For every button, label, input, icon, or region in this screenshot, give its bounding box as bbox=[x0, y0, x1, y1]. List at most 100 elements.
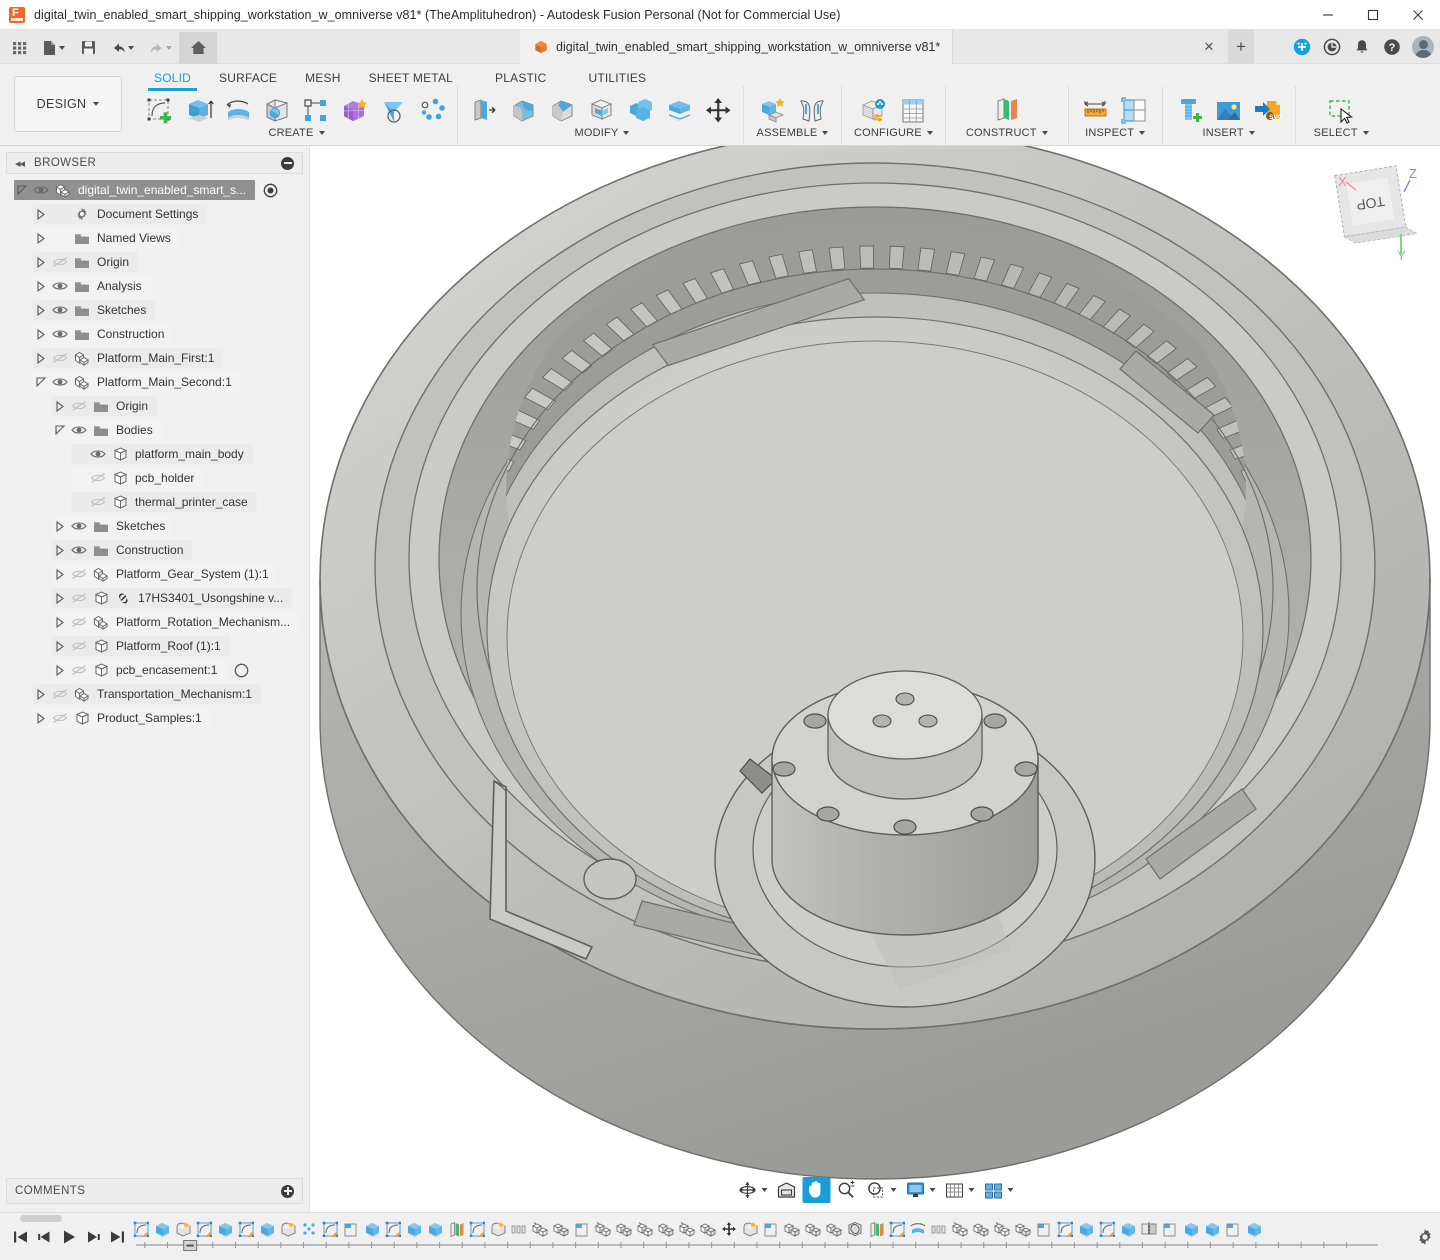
visibility-eye-icon[interactable] bbox=[30, 180, 52, 200]
tree-item-hitbox[interactable]: Construction bbox=[33, 324, 173, 344]
visibility-eye-hidden-icon[interactable] bbox=[68, 660, 90, 680]
timeline-feature-plane-icon[interactable] bbox=[1222, 1215, 1243, 1243]
timeline-feature-plane-icon[interactable] bbox=[571, 1215, 592, 1243]
timeline-feature-body-group-icon[interactable] bbox=[928, 1215, 949, 1243]
browser-tree-item[interactable]: Platform_Gear_System (1):1 bbox=[0, 562, 309, 586]
timeline-feature-move-icon[interactable] bbox=[718, 1215, 739, 1243]
joint-icon[interactable] bbox=[795, 92, 829, 126]
user-avatar[interactable] bbox=[1412, 36, 1434, 58]
maximize-button[interactable] bbox=[1350, 0, 1395, 30]
tree-item-hitbox[interactable]: Named Views bbox=[33, 228, 180, 248]
revolve-icon[interactable] bbox=[221, 92, 255, 126]
timeline-feature-group-icon[interactable] bbox=[529, 1215, 550, 1243]
browser-tree-item[interactable]: Named Views bbox=[0, 226, 309, 250]
expand-arrow-closed-icon[interactable] bbox=[33, 300, 49, 320]
visibility-eye-icon[interactable] bbox=[68, 516, 90, 536]
browser-tree-item[interactable]: pcb_encasement:1 bbox=[0, 658, 309, 682]
add-comment-icon[interactable] bbox=[281, 1185, 294, 1198]
tree-item-hitbox[interactable]: Analysis bbox=[33, 276, 151, 296]
timeline-feature-fillet-icon[interactable] bbox=[739, 1215, 760, 1243]
timeline-feature-sketch-icon[interactable] bbox=[235, 1215, 256, 1243]
workspace-switcher[interactable]: DESIGN bbox=[14, 76, 122, 132]
circle-icon[interactable] bbox=[231, 660, 251, 680]
visibility-eye-icon[interactable] bbox=[49, 372, 71, 392]
help-icon[interactable]: ? bbox=[1382, 37, 1402, 57]
expand-arrow-closed-icon[interactable] bbox=[52, 516, 68, 536]
expand-arrow-closed-icon[interactable] bbox=[52, 612, 68, 632]
visibility-eye-hidden-icon[interactable] bbox=[68, 588, 90, 608]
timeline-feature-fillet-icon[interactable] bbox=[277, 1215, 298, 1243]
visibility-eye-icon[interactable] bbox=[49, 324, 71, 344]
tree-item-hitbox[interactable]: Platform_Main_Second:1 bbox=[33, 372, 241, 392]
tree-item-hitbox[interactable]: Construction bbox=[52, 540, 192, 560]
browser-tree-item[interactable]: platform_main_body bbox=[0, 442, 309, 466]
timeline-feature-sketch-icon[interactable] bbox=[382, 1215, 403, 1243]
expand-arrow-closed-icon[interactable] bbox=[33, 684, 49, 704]
timeline-feature-group-icon[interactable] bbox=[991, 1215, 1012, 1243]
redo-icon[interactable] bbox=[141, 33, 179, 63]
visibility-eye-hidden-icon[interactable] bbox=[49, 708, 71, 728]
visibility-eye-hidden-icon[interactable] bbox=[87, 468, 109, 488]
sweep-icon[interactable] bbox=[260, 92, 294, 126]
browser-tree-item[interactable]: Platform_Rotation_Mechanism... bbox=[0, 610, 309, 634]
extrude-icon[interactable] bbox=[182, 92, 216, 126]
panel-select-label[interactable]: SELECT bbox=[1314, 127, 1369, 139]
new-document-icon[interactable] bbox=[35, 33, 73, 63]
expand-arrow-closed-icon[interactable] bbox=[33, 324, 49, 344]
insert-svg-icon[interactable]: SVG bbox=[1251, 92, 1285, 126]
zoom-icon[interactable] bbox=[833, 1177, 861, 1203]
panel-modify-label[interactable]: MODIFY bbox=[575, 127, 630, 139]
view-cube[interactable]: TOP X Z Y bbox=[1318, 156, 1428, 266]
configuration-table-icon[interactable] bbox=[896, 92, 930, 126]
orbit-icon[interactable] bbox=[734, 1177, 771, 1203]
visibility-eye-hidden-icon[interactable] bbox=[68, 636, 90, 656]
timeline-feature-extrude-icon[interactable] bbox=[1075, 1215, 1096, 1243]
expand-arrow-closed-icon[interactable] bbox=[52, 636, 68, 656]
fillet-icon[interactable] bbox=[507, 92, 541, 126]
timeline-feature-component-icon[interactable] bbox=[613, 1215, 634, 1243]
browser-tree-item[interactable]: Sketches bbox=[0, 298, 309, 322]
browser-tree-item[interactable]: Platform_Main_First:1 bbox=[0, 346, 309, 370]
visibility-eye-icon[interactable] bbox=[68, 540, 90, 560]
tree-item-hitbox[interactable]: Platform_Main_First:1 bbox=[33, 348, 223, 368]
jump-to-end-icon[interactable] bbox=[108, 1227, 126, 1247]
browser-root-node[interactable]: digital_twin_enabled_smart_s... bbox=[0, 178, 309, 202]
timeline-feature-revolve-icon[interactable] bbox=[907, 1215, 928, 1243]
browser-tree-item[interactable]: pcb_holder bbox=[0, 466, 309, 490]
notifications-bell-icon[interactable] bbox=[1352, 37, 1372, 57]
document-tab[interactable]: digital_twin_enabled_smart_shipping_work… bbox=[520, 30, 953, 64]
grid-snaps-icon[interactable] bbox=[941, 1177, 978, 1203]
timeline-features[interactable] bbox=[126, 1215, 1410, 1259]
tree-item-hitbox[interactable]: platform_main_body bbox=[71, 444, 253, 464]
timeline-feature-fillet-icon[interactable] bbox=[172, 1215, 193, 1243]
browser-tree-item[interactable]: Origin bbox=[0, 250, 309, 274]
tree-item-hitbox[interactable]: Sketches bbox=[33, 300, 155, 320]
timeline-feature-sketch-icon[interactable] bbox=[193, 1215, 214, 1243]
tree-item-hitbox[interactable]: 17HS3401_Usongshine v... bbox=[52, 588, 292, 608]
configure-design-icon[interactable] bbox=[857, 92, 891, 126]
expand-arrow-open-icon[interactable] bbox=[52, 420, 68, 440]
timeline-feature-group-icon[interactable] bbox=[949, 1215, 970, 1243]
timeline-feature-pattern-icon[interactable] bbox=[298, 1215, 319, 1243]
timeline-feature-extrude-icon[interactable] bbox=[403, 1215, 424, 1243]
panel-assemble-label[interactable]: ASSEMBLE bbox=[757, 127, 829, 139]
visibility-eye-hidden-icon[interactable] bbox=[49, 252, 71, 272]
tree-item-hitbox[interactable]: Platform_Rotation_Mechanism... bbox=[52, 612, 299, 632]
minimize-button[interactable] bbox=[1305, 0, 1350, 30]
visibility-eye-hidden-icon[interactable] bbox=[68, 612, 90, 632]
browser-tree-item[interactable]: 17HS3401_Usongshine v... bbox=[0, 586, 309, 610]
expand-arrow-closed-icon[interactable] bbox=[52, 660, 68, 680]
press-pull-icon[interactable] bbox=[468, 92, 502, 126]
home-icon[interactable] bbox=[179, 32, 217, 64]
timeline-feature-extrude-icon[interactable] bbox=[1243, 1215, 1264, 1243]
tree-item-hitbox[interactable]: Origin bbox=[33, 252, 138, 272]
panel-inspect-label[interactable]: INSPECT bbox=[1085, 127, 1145, 139]
expand-arrow-closed-icon[interactable] bbox=[33, 204, 49, 224]
shell-icon[interactable] bbox=[585, 92, 619, 126]
close-document-tab-button[interactable]: ✕ bbox=[1200, 38, 1218, 56]
browser-tree-item[interactable]: Document Settings bbox=[0, 202, 309, 226]
tree-item-hitbox[interactable]: Transportation_Mechanism:1 bbox=[33, 684, 261, 704]
model-canvas[interactable] bbox=[310, 146, 1440, 1212]
new-component-icon[interactable] bbox=[756, 92, 790, 126]
timeline-settings-gear-icon[interactable] bbox=[1410, 1228, 1440, 1246]
